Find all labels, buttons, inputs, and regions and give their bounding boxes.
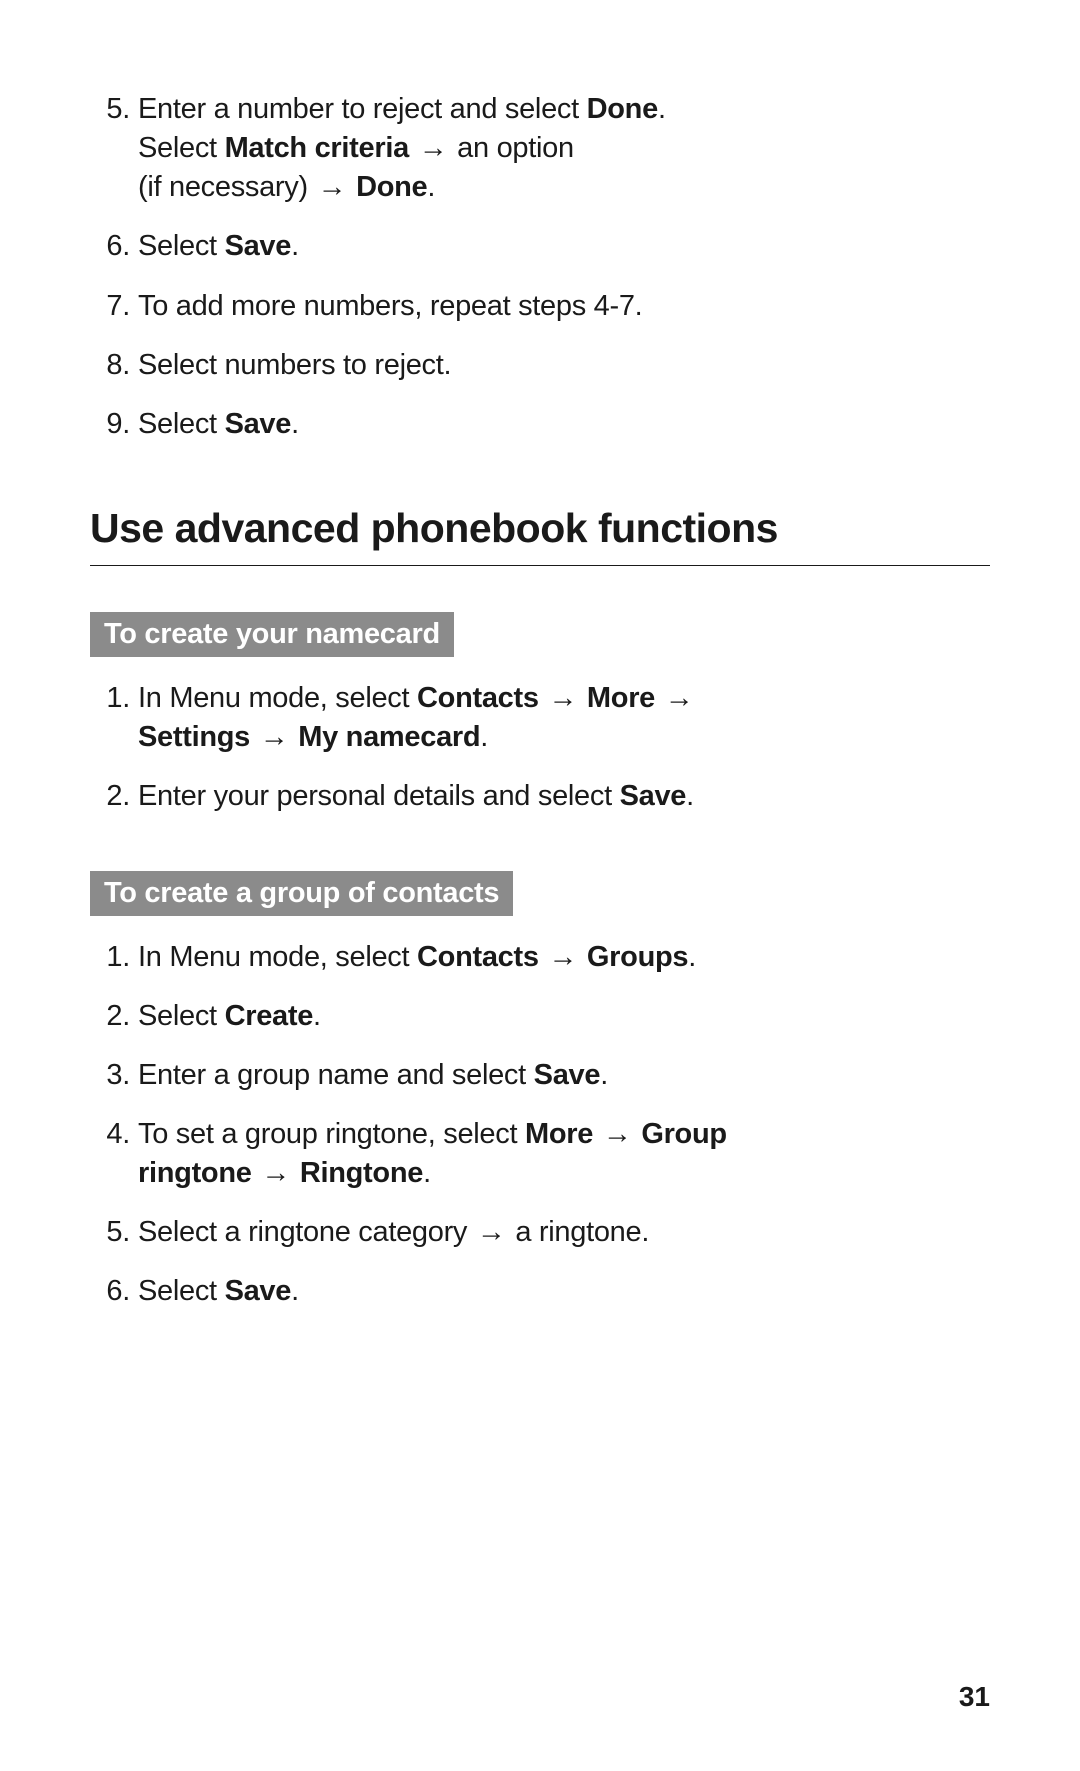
bold-text: Save bbox=[225, 408, 292, 440]
manual-page: 5.Enter a number to reject and select Do… bbox=[0, 0, 1080, 1771]
list-item-number: 5. bbox=[90, 90, 138, 207]
arrow-icon: → bbox=[417, 132, 450, 164]
bold-text: Save bbox=[225, 230, 292, 262]
list-item-body: Enter a group name and select Save. bbox=[138, 1056, 990, 1095]
list-item: 5.Select a ringtone category → a rington… bbox=[90, 1213, 990, 1252]
bold-text: Match criteria bbox=[225, 132, 409, 164]
list-item-body: Select Save. bbox=[138, 405, 990, 444]
list-item-body: To set a group ringtone, select More → G… bbox=[138, 1115, 990, 1193]
list-item-number: 8. bbox=[90, 346, 138, 385]
subsection-namecard: To create your namecard 1.In Menu mode, … bbox=[90, 594, 990, 816]
list-item-number: 6. bbox=[90, 1272, 138, 1311]
top-list: 5.Enter a number to reject and select Do… bbox=[90, 90, 990, 444]
bold-text: Save bbox=[225, 1275, 292, 1307]
list-item-number: 5. bbox=[90, 1213, 138, 1252]
bold-text: Save bbox=[534, 1059, 601, 1091]
list-item: 6.Select Save. bbox=[90, 227, 990, 266]
section-divider bbox=[90, 565, 990, 566]
arrow-icon: → bbox=[259, 1157, 292, 1189]
bold-text: Group bbox=[641, 1118, 727, 1150]
subheader-namecard: To create your namecard bbox=[90, 612, 454, 657]
bold-text: My namecard bbox=[298, 721, 480, 753]
subheader-group-contacts: To create a group of contacts bbox=[90, 871, 513, 916]
list-item-number: 7. bbox=[90, 287, 138, 326]
list-item-body: Enter a number to reject and select Done… bbox=[138, 90, 990, 207]
bold-text: Save bbox=[620, 780, 687, 812]
bold-text: Contacts bbox=[417, 941, 539, 973]
bold-text: Done bbox=[356, 171, 427, 203]
page-number: 31 bbox=[959, 1681, 990, 1713]
list-item-body: In Menu mode, select Contacts → More →Se… bbox=[138, 679, 990, 757]
list-item-body: Enter your personal details and select S… bbox=[138, 777, 990, 816]
list-item: 8.Select numbers to reject. bbox=[90, 346, 990, 385]
arrow-icon: → bbox=[258, 721, 291, 753]
bold-text: Groups bbox=[587, 941, 688, 973]
list-item-body: Select a ringtone category → a ringtone. bbox=[138, 1213, 990, 1252]
list-item-number: 2. bbox=[90, 777, 138, 816]
list-item-body: Select Save. bbox=[138, 227, 990, 266]
namecard-list: 1.In Menu mode, select Contacts → More →… bbox=[90, 679, 990, 816]
bold-text: ringtone bbox=[138, 1157, 252, 1189]
list-item: 5.Enter a number to reject and select Do… bbox=[90, 90, 990, 207]
list-item: 6.Select Save. bbox=[90, 1272, 990, 1311]
list-item-body: Select Create. bbox=[138, 997, 990, 1036]
list-item: 2.Enter your personal details and select… bbox=[90, 777, 990, 816]
list-item: 7.To add more numbers, repeat steps 4-7. bbox=[90, 287, 990, 326]
list-item-number: 3. bbox=[90, 1056, 138, 1095]
bold-text: Contacts bbox=[417, 682, 539, 714]
list-item-number: 2. bbox=[90, 997, 138, 1036]
arrow-icon: → bbox=[601, 1118, 634, 1150]
list-item-body: Select numbers to reject. bbox=[138, 346, 990, 385]
arrow-icon: → bbox=[546, 941, 579, 973]
list-item: 9.Select Save. bbox=[90, 405, 990, 444]
subsection-group-contacts: To create a group of contacts 1.In Menu … bbox=[90, 853, 990, 1312]
list-item: 2.Select Create. bbox=[90, 997, 990, 1036]
list-item: 1.In Menu mode, select Contacts → Groups… bbox=[90, 938, 990, 977]
list-item-number: 1. bbox=[90, 679, 138, 757]
arrow-icon: → bbox=[316, 171, 349, 203]
bold-text: Ringtone bbox=[300, 1157, 423, 1189]
bold-text: Create bbox=[225, 1000, 313, 1032]
list-item: 1.In Menu mode, select Contacts → More →… bbox=[90, 679, 990, 757]
bold-text: Settings bbox=[138, 721, 250, 753]
arrow-icon: → bbox=[546, 682, 579, 714]
list-item-body: To add more numbers, repeat steps 4-7. bbox=[138, 287, 990, 326]
group-contacts-list: 1.In Menu mode, select Contacts → Groups… bbox=[90, 938, 990, 1312]
bold-text: More bbox=[587, 682, 655, 714]
arrow-icon: → bbox=[475, 1216, 508, 1248]
section-title: Use advanced phonebook functions bbox=[90, 504, 990, 553]
list-item-number: 9. bbox=[90, 405, 138, 444]
list-item-number: 4. bbox=[90, 1115, 138, 1193]
list-item-number: 1. bbox=[90, 938, 138, 977]
list-item-body: Select Save. bbox=[138, 1272, 990, 1311]
bold-text: More bbox=[525, 1118, 593, 1150]
arrow-icon: → bbox=[663, 682, 696, 714]
list-item-body: In Menu mode, select Contacts → Groups. bbox=[138, 938, 990, 977]
bold-text: Done bbox=[587, 93, 658, 125]
list-item: 3.Enter a group name and select Save. bbox=[90, 1056, 990, 1095]
list-item-number: 6. bbox=[90, 227, 138, 266]
list-item: 4.To set a group ringtone, select More →… bbox=[90, 1115, 990, 1193]
